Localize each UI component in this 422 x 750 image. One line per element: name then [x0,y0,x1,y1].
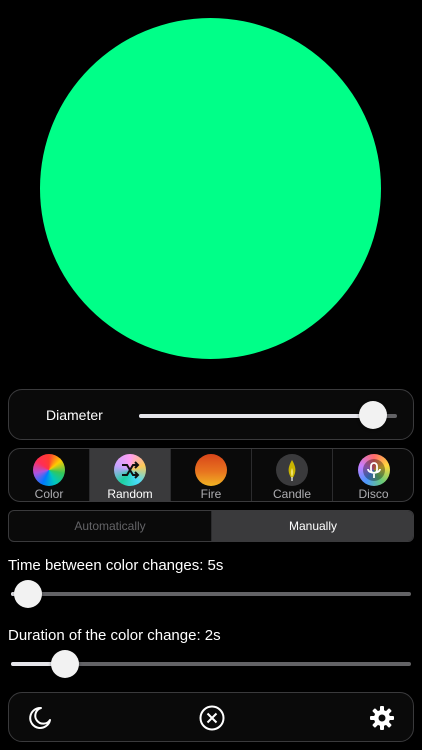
mode-random-label: Random [107,487,153,501]
mode-disco-label: Disco [358,487,389,501]
bottom-toolbar [8,692,414,742]
change-mode-segmented-control: Automatically Manually [8,510,414,542]
close-circle-icon[interactable] [199,705,225,731]
shuffle-icon [114,454,146,486]
mode-fire-label: Fire [200,487,222,501]
time-between-slider-track[interactable] [11,592,411,596]
diameter-slider-fill [139,414,374,418]
duration-slider-thumb[interactable] [51,650,79,678]
color-wheel-icon [33,454,65,486]
mode-candle-label: Candle [272,487,312,501]
mode-disco[interactable]: Disco [333,449,413,501]
fire-icon [195,454,227,486]
diameter-slider-thumb[interactable] [359,401,387,429]
mode-selector: Color Random Fire Candle Disco [8,448,414,502]
mode-color[interactable]: Color [9,449,90,501]
gear-icon[interactable] [369,705,395,731]
diameter-panel: Diameter [8,389,414,440]
diameter-label: Diameter [46,407,103,423]
time-between-label: Time between color changes: 5s [8,557,224,574]
candle-icon [276,454,308,486]
time-between-slider-thumb[interactable] [14,580,42,608]
mode-color-label: Color [34,487,64,501]
disco-icon [357,454,390,486]
color-preview-circle [40,18,381,359]
segment-automatically[interactable]: Automatically [9,511,211,541]
duration-label: Duration of the color change: 2s [8,627,221,644]
mode-candle[interactable]: Candle [252,449,333,501]
moon-icon[interactable] [27,705,53,731]
mode-random[interactable]: Random [90,449,171,501]
mode-fire[interactable]: Fire [171,449,252,501]
segment-manually[interactable]: Manually [211,511,413,541]
